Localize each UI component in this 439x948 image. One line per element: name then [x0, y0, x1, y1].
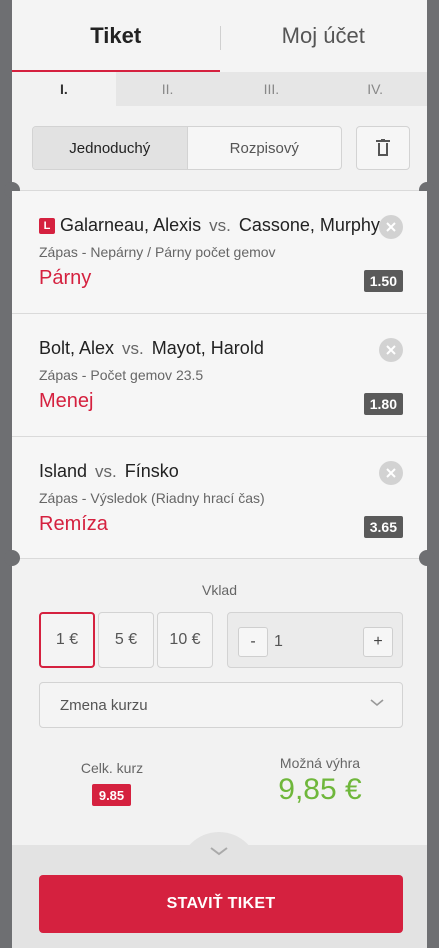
slot-tab-2[interactable]: II. — [116, 72, 220, 106]
chevron-down-icon — [370, 699, 384, 707]
stake-stepper: - + — [227, 612, 403, 668]
stake-preset-5[interactable]: 5 € — [98, 612, 154, 668]
bet-selection: Párny — [39, 267, 92, 289]
bet-market: Zápas - Počet gemov 23.5 — [39, 367, 204, 383]
bet-home-team: Galarneau, Alexis — [60, 215, 202, 235]
possible-win-value: 9,85 € — [278, 773, 362, 806]
bet-vs: vs. — [95, 461, 117, 481]
total-odds-label: Celk. kurz — [80, 760, 144, 776]
clear-ticket-button[interactable] — [356, 126, 410, 170]
tab-account[interactable]: Moj účet — [220, 0, 428, 72]
bet-home-team: Island — [39, 461, 88, 481]
tab-divider — [220, 26, 221, 50]
bet-item: L Galarneau, Alexis vs. Cassone, Murphy … — [12, 191, 427, 313]
close-icon — [386, 468, 396, 478]
divider — [12, 558, 427, 559]
collapse-toggle[interactable] — [179, 832, 259, 872]
total-odds-value: 9.85 — [92, 784, 131, 806]
bet-match: Bolt, Alex vs. Mayot, Harold — [39, 338, 264, 359]
close-icon — [386, 345, 396, 355]
bet-selection: Remíza — [39, 513, 108, 535]
remove-bet-button[interactable] — [379, 338, 403, 362]
bet-match: Island vs. Fínsko — [39, 461, 179, 482]
bet-selection: Menej — [39, 390, 94, 412]
stake-preset-10[interactable]: 10 € — [157, 612, 213, 668]
remove-bet-button[interactable] — [379, 215, 403, 239]
system-bet-button[interactable]: Rozpisový — [186, 127, 342, 169]
bet-item: Bolt, Alex vs. Mayot, Harold Zápas - Poč… — [12, 314, 427, 436]
stake-input[interactable] — [274, 627, 364, 657]
stake-decrease-button[interactable]: - — [238, 627, 268, 657]
bet-odds: 3.65 — [363, 516, 403, 538]
bet-match: L Galarneau, Alexis vs. Cassone, Murphy — [39, 215, 380, 236]
close-icon — [386, 222, 396, 232]
slot-tab-3[interactable]: III. — [220, 72, 324, 106]
trash-icon — [376, 139, 390, 156]
bet-home-team: Bolt, Alex — [39, 338, 115, 358]
bet-market: Zápas - Nepárny / Párny počet gemov — [39, 244, 276, 260]
slot-tab-4[interactable]: IV. — [323, 72, 427, 106]
bet-odds: 1.50 — [363, 270, 403, 292]
remove-bet-button[interactable] — [379, 461, 403, 485]
bet-away-team: Mayot, Harold — [151, 338, 264, 358]
ticket-slots: I. II. III. IV. — [12, 72, 427, 106]
bet-type-toggle: Jednoduchý Rozpisový — [32, 126, 342, 170]
bet-item: Island vs. Fínsko Zápas - Výsledok (Riad… — [12, 437, 427, 559]
bet-away-team: Cassone, Murphy — [238, 215, 380, 235]
slot-tab-1[interactable]: I. — [12, 72, 116, 106]
ticket-panel: Tiket Moj účet I. II. III. IV. Jednoduch… — [4, 0, 435, 948]
stake-preset-1[interactable]: 1 € — [39, 612, 95, 668]
odds-change-label: Zmena kurzu — [60, 696, 148, 714]
ticket-notch-left — [4, 550, 20, 566]
stake-increase-button[interactable]: + — [363, 627, 393, 657]
ticket-notch-right — [419, 550, 435, 566]
bet-market: Zápas - Výsledok (Riadny hrací čas) — [39, 490, 265, 506]
bet-vs: vs. — [209, 215, 231, 235]
bet-vs: vs. — [122, 338, 144, 358]
chevron-down-icon — [210, 847, 228, 856]
stake-label: Vklad — [201, 582, 238, 598]
odds-change-dropdown[interactable]: Zmena kurzu — [39, 682, 403, 728]
possible-win-label: Možná výhra — [279, 755, 361, 771]
single-bet-button[interactable]: Jednoduchý — [33, 127, 187, 169]
place-bet-button[interactable]: STAVIŤ TIKET — [39, 875, 403, 933]
live-badge: L — [39, 217, 55, 234]
bet-away-team: Fínsko — [124, 461, 179, 481]
bet-odds: 1.80 — [363, 393, 403, 415]
tab-ticket[interactable]: Tiket — [12, 0, 220, 72]
